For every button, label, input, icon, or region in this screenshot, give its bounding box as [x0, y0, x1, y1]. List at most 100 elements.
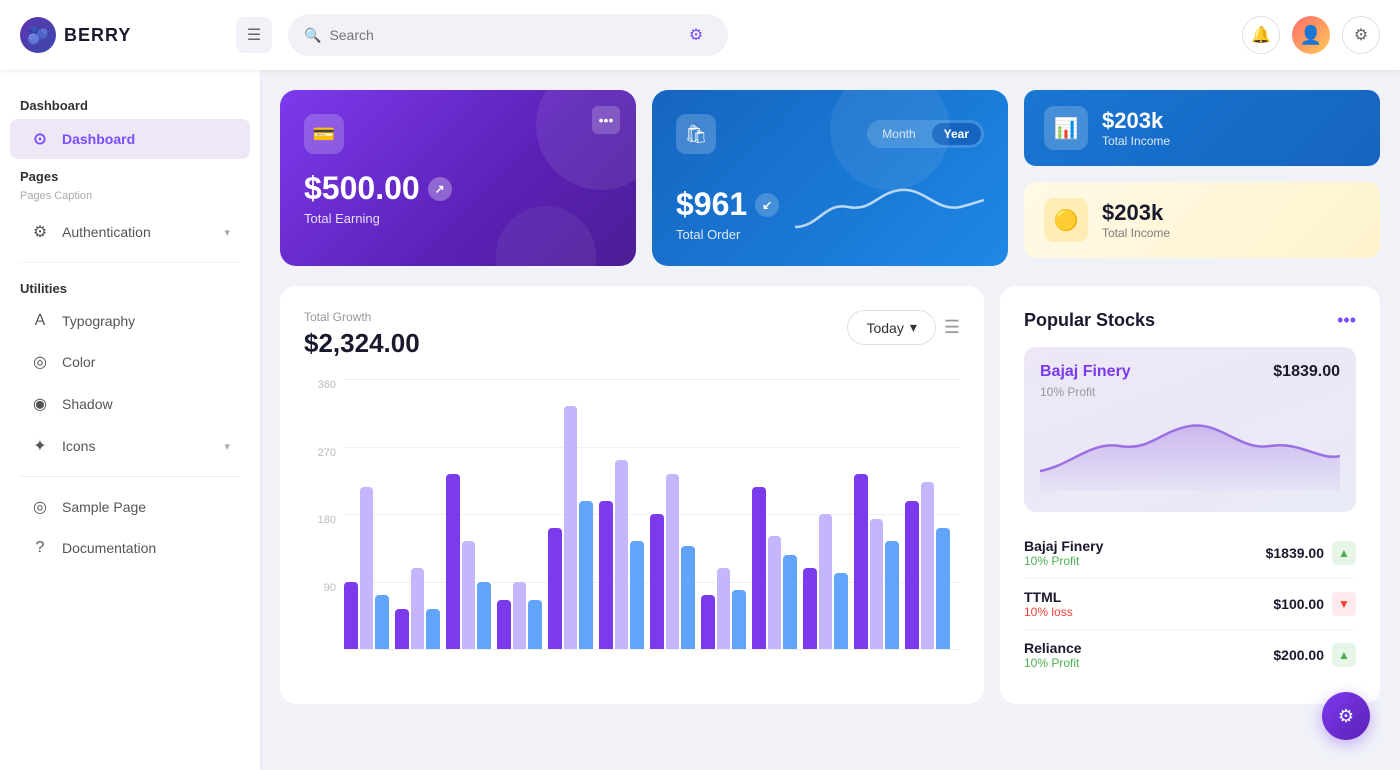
icons-icon: ✦: [30, 436, 50, 456]
shadow-icon: ◉: [30, 394, 50, 414]
bar-group: [752, 379, 797, 649]
fab-button[interactable]: ⚙: [1322, 692, 1370, 740]
stock-item-right: $200.00 ▲: [1273, 643, 1356, 667]
bar-light-purple: [870, 519, 884, 649]
bar-group: [905, 379, 950, 649]
year-toggle-button[interactable]: Year: [932, 123, 981, 145]
month-toggle-button[interactable]: Month: [870, 123, 927, 145]
sidebar-item-documentation[interactable]: ? Documentation: [10, 529, 250, 567]
hamburger-button[interactable]: ☰: [236, 17, 272, 53]
income-blue-amount: $203k: [1102, 108, 1170, 134]
bar-purple: [395, 609, 409, 650]
bell-icon: 🔔: [1251, 25, 1271, 45]
sidebar-divider: [20, 262, 240, 263]
order-trend-badge: ↙: [755, 193, 779, 217]
today-button[interactable]: Today ▾: [847, 310, 935, 345]
stocks-title: Popular Stocks: [1024, 310, 1155, 331]
income-yellow-label: Total Income: [1102, 226, 1170, 240]
right-cards: 📊 $203k Total Income 🟡 $203k Total Incom…: [1024, 90, 1380, 266]
income-blue-label: Total Income: [1102, 134, 1170, 148]
featured-stock-profit: 10% Profit: [1040, 385, 1340, 399]
dashboard-icon: ⊙: [30, 129, 50, 149]
income-blue-icon: 📊: [1044, 106, 1088, 150]
sidebar-item-shadow[interactable]: ◉ Shadow: [10, 384, 250, 424]
bottom-row: Total Growth $2,324.00 Today ▾ ☰ 360: [280, 286, 1380, 704]
bar-group: [395, 379, 440, 649]
search-input[interactable]: [329, 27, 672, 43]
bar-blue: [936, 528, 950, 650]
order-wave-chart: [795, 182, 984, 242]
bar-purple: [446, 474, 460, 650]
stock-price: $200.00: [1273, 647, 1324, 663]
bar-light-purple: [411, 568, 425, 649]
bar-purple: [752, 487, 766, 649]
bar-light-purple: [921, 482, 935, 649]
trend-down-arrow: ▼: [1332, 592, 1356, 616]
stock-name: Reliance: [1024, 640, 1082, 656]
income-yellow-amount: $203k: [1102, 200, 1170, 226]
sidebar-label-documentation: Documentation: [62, 540, 156, 556]
bar-light-purple: [666, 474, 680, 650]
bar-group: [497, 379, 542, 649]
stock-item: Reliance 10% Profit $200.00 ▲: [1024, 630, 1356, 680]
bar-blue: [681, 546, 695, 649]
bar-group: [803, 379, 848, 649]
bar-group: [701, 379, 746, 649]
docs-icon: ?: [30, 539, 50, 557]
settings-button[interactable]: ⚙: [1342, 16, 1380, 54]
sidebar-item-typography[interactable]: A Typography: [10, 302, 250, 340]
header: 🫐 BERRY ☰ 🔍 ⚙ 🔔 👤 ⚙: [0, 0, 1400, 70]
bar-light-purple: [768, 536, 782, 649]
sample-page-icon: ◎: [30, 497, 50, 517]
sidebar-label-color: Color: [62, 354, 95, 370]
sidebar-caption-pages: Pages Caption: [0, 188, 260, 210]
earning-card-menu-button[interactable]: •••: [592, 106, 620, 134]
sidebar-section-utilities: Utilities: [0, 273, 260, 300]
notification-button[interactable]: 🔔: [1242, 16, 1280, 54]
bar-group: [599, 379, 644, 649]
top-cards-row: 💳 ••• $500.00 ↗ Total Earning 🛍 Month Ye…: [280, 90, 1380, 266]
main-content: 💳 ••• $500.00 ↗ Total Earning 🛍 Month Ye…: [260, 70, 1400, 770]
y-label-270: 270: [318, 447, 336, 459]
stocks-card: Popular Stocks ••• Bajaj Finery $1839.00…: [1000, 286, 1380, 704]
stock-item-right: $1839.00 ▲: [1266, 541, 1356, 565]
order-card-amount: $961 ↙: [676, 186, 779, 223]
logo-area: 🫐 BERRY: [20, 17, 220, 53]
bar-blue: [834, 573, 848, 649]
income-yellow-icon: 🟡: [1044, 198, 1088, 242]
trend-up-arrow: ▲: [1332, 643, 1356, 667]
stock-list: Bajaj Finery 10% Profit $1839.00 ▲ TTML …: [1024, 528, 1356, 680]
chart-total-value: $2,324.00: [304, 328, 420, 359]
chevron-icon: ▾: [910, 319, 917, 336]
stocks-menu-button[interactable]: •••: [1337, 310, 1356, 331]
app-name: BERRY: [64, 25, 131, 46]
bar-group: [548, 379, 593, 649]
stock-item: Bajaj Finery 10% Profit $1839.00 ▲: [1024, 528, 1356, 579]
total-order-card: 🛍 Month Year $961 ↙ Total Order: [652, 90, 1008, 266]
y-label-360: 360: [318, 379, 336, 391]
sidebar-item-icons[interactable]: ✦ Icons ▾: [10, 426, 250, 466]
chart-title-area: Total Growth $2,324.00: [304, 310, 420, 359]
featured-stock: Bajaj Finery $1839.00 10% Profit: [1024, 347, 1356, 512]
bars-container: [344, 379, 950, 649]
search-bar: 🔍 ⚙: [288, 14, 728, 56]
month-year-toggle: Month Year: [867, 120, 984, 148]
sidebar-item-color[interactable]: ◎ Color: [10, 342, 250, 382]
earning-card-amount: $500.00 ↗: [304, 170, 612, 207]
featured-stock-header: Bajaj Finery $1839.00: [1040, 363, 1340, 381]
bar-purple: [650, 514, 664, 649]
search-icon: 🔍: [304, 27, 321, 44]
total-income-blue-card: 📊 $203k Total Income: [1024, 90, 1380, 166]
bar-blue: [528, 600, 542, 649]
avatar[interactable]: 👤: [1292, 16, 1330, 54]
chart-menu-button[interactable]: ☰: [944, 317, 960, 338]
bar-purple: [701, 595, 715, 649]
bar-blue: [477, 582, 491, 650]
sidebar-label-sample-page: Sample Page: [62, 499, 146, 515]
chart-header: Total Growth $2,324.00 Today ▾ ☰: [304, 310, 960, 359]
filter-button[interactable]: ⚙: [680, 19, 712, 51]
sidebar-item-authentication[interactable]: ⚙ Authentication ▾: [10, 212, 250, 252]
sidebar-item-dashboard[interactable]: ⊙ Dashboard: [10, 119, 250, 159]
sidebar-item-sample-page[interactable]: ◎ Sample Page: [10, 487, 250, 527]
bar-purple: [497, 600, 511, 649]
